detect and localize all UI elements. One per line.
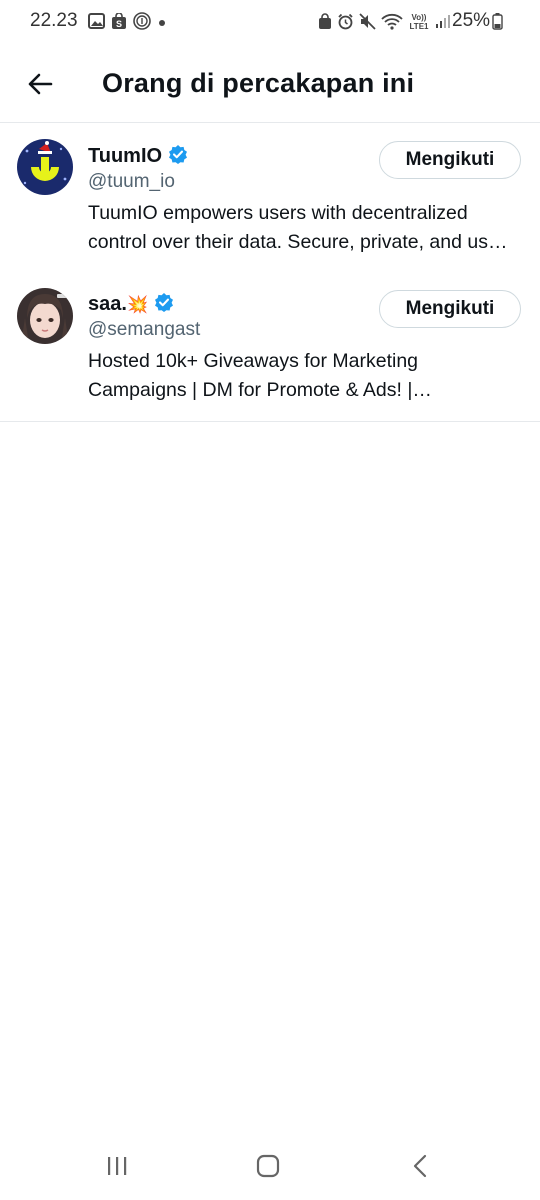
verified-badge-icon xyxy=(168,144,188,169)
following-button[interactable]: Mengikuti xyxy=(379,290,521,328)
name-line: TuumIO xyxy=(88,144,188,169)
page-title: Orang di percakapan ini xyxy=(102,68,415,98)
user-handle: @tuum_io xyxy=(88,171,175,192)
avatar[interactable] xyxy=(17,139,73,195)
user-bio: Hosted 10k+ Giveaways for Marketing Camp… xyxy=(88,350,419,401)
battery-icon xyxy=(492,13,503,35)
user-handle: @semangast xyxy=(88,319,201,340)
svg-text:LTE1: LTE1 xyxy=(410,22,430,30)
lock-home-icon xyxy=(318,12,332,35)
verified-badge-icon xyxy=(154,292,174,317)
list-item-user[interactable]: TuumIO @tuum_io TuumIO empowers users wi… xyxy=(0,122,540,270)
recent-apps-icon xyxy=(108,1157,127,1175)
home-button[interactable] xyxy=(248,1152,288,1180)
avatar[interactable] xyxy=(17,288,73,344)
svg-text:S: S xyxy=(116,19,122,29)
status-time: 22.23 xyxy=(30,10,78,31)
user-name[interactable]: saa.💥 xyxy=(88,293,148,316)
following-button[interactable]: Mengikuti xyxy=(379,141,521,179)
gallery-icon xyxy=(88,13,105,34)
recent-apps-button[interactable] xyxy=(97,1152,137,1180)
volte-icon: Vo)) LTE1 xyxy=(408,12,430,35)
user-bio: TuumIO empowers users with decentralized… xyxy=(88,202,512,253)
signal-icon xyxy=(435,13,451,34)
system-icons: Vo)) LTE1 xyxy=(318,12,451,35)
user-name[interactable]: TuumIO xyxy=(88,145,162,168)
alarm-icon xyxy=(337,13,354,35)
arrow-left-icon xyxy=(28,73,53,95)
dot-icon xyxy=(157,15,167,33)
list-item-user[interactable]: saa.💥 @semangast Hosted 10k+ Giveaways f… xyxy=(0,270,540,420)
svg-text:Vo)): Vo)) xyxy=(412,13,427,22)
name-line: saa.💥 xyxy=(88,292,174,317)
app-header: Orang di percakapan ini xyxy=(0,44,540,123)
shop-icon: S xyxy=(111,11,127,35)
back-nav-button[interactable] xyxy=(400,1152,440,1180)
back-button[interactable] xyxy=(22,66,58,102)
battery-percent: 25% xyxy=(452,10,491,31)
status-bar: 22.23 S Vo)) LTE1 25% xyxy=(0,0,540,44)
chevron-left-icon xyxy=(413,1154,427,1178)
fingerprint-icon xyxy=(133,12,151,35)
collision-emoji: 💥 xyxy=(126,295,149,314)
mute-icon xyxy=(359,12,376,35)
home-icon xyxy=(256,1154,280,1178)
list-divider xyxy=(0,421,540,422)
notification-icons: S xyxy=(88,11,167,35)
wifi-icon xyxy=(381,13,403,35)
system-nav-bar xyxy=(0,1140,540,1200)
